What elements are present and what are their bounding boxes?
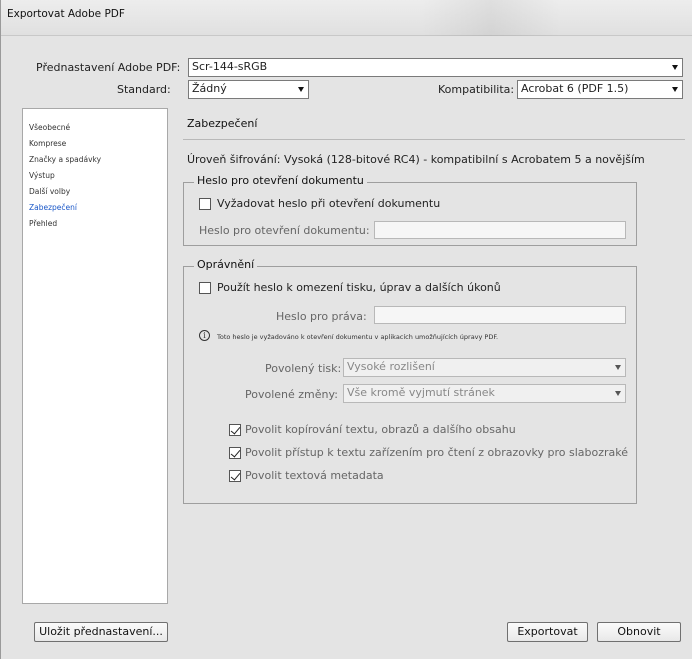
printing-allowed-dropdown[interactable]: Vysoké rozlišení <box>343 358 626 377</box>
allow-screen-reader-label: Povolit přístup k textu zařízením pro čt… <box>245 446 629 459</box>
allow-screen-reader-checkbox[interactable] <box>229 447 241 459</box>
allow-metadata-checkbox[interactable] <box>229 470 241 482</box>
compatibility-label: Kompatibilita: <box>438 83 515 96</box>
chevron-down-icon <box>672 65 678 70</box>
require-open-password-label: Vyžadovat heslo při otevření dokumentu <box>217 197 441 210</box>
permissions-password-input[interactable] <box>374 306 626 324</box>
info-icon: i <box>199 330 210 341</box>
standard-label: Standard: <box>117 83 171 96</box>
preset-label: Přednastavení Adobe PDF: <box>36 61 181 74</box>
sidebar-item-marks-bleeds[interactable]: Značky a spadávky <box>29 155 101 164</box>
panel-title: Zabezpečení <box>187 117 258 130</box>
export-pdf-dialog: Exportovat Adobe PDF Přednastavení Adobe… <box>0 0 692 659</box>
restrict-permissions-checkbox[interactable] <box>199 282 211 294</box>
window-title: Exportovat Adobe PDF <box>7 8 125 20</box>
restrict-permissions-label: Použít heslo k omezení tisku, úprav a da… <box>217 281 501 294</box>
permissions-password-label: Heslo pro práva: <box>276 310 367 323</box>
title-bar[interactable]: Exportovat Adobe PDF <box>1 0 692 36</box>
sidebar-item-output[interactable]: Výstup <box>29 171 55 180</box>
compatibility-dropdown[interactable]: Acrobat 6 (PDF 1.5) <box>517 80 683 99</box>
open-password-group-legend: Heslo pro otevření dokumentu <box>194 174 367 187</box>
standard-value: Žádný <box>192 82 227 95</box>
chevron-down-icon <box>672 87 678 92</box>
standard-dropdown[interactable]: Žádný <box>188 80 309 99</box>
changes-allowed-label: Povolené změny: <box>245 388 338 401</box>
sidebar-item-general[interactable]: Všeobecné <box>29 123 70 132</box>
permissions-info-note: Toto heslo je vyžadováno k otevření doku… <box>217 333 499 341</box>
save-preset-button[interactable]: Uložit přednastavení... <box>34 622 168 642</box>
chevron-down-icon <box>615 391 621 396</box>
compatibility-value: Acrobat 6 (PDF 1.5) <box>521 82 629 95</box>
require-open-password-checkbox[interactable] <box>199 198 211 210</box>
preset-dropdown[interactable]: Scr-144-sRGB <box>188 58 683 77</box>
changes-allowed-dropdown[interactable]: Vše kromě vyjmutí stránek <box>343 384 626 403</box>
allow-copying-label: Povolit kopírování textu, obrazů a další… <box>245 423 516 436</box>
preset-value: Scr-144-sRGB <box>192 60 268 73</box>
open-password-field-label: Heslo pro otevření dokumentu: <box>199 224 370 237</box>
reset-button[interactable]: Obnovit <box>597 622 681 642</box>
category-list: Všeobecné Komprese Značky a spadávky Výs… <box>22 108 168 604</box>
export-button[interactable]: Exportovat <box>507 622 588 642</box>
permissions-group-legend: Oprávnění <box>194 258 258 271</box>
chevron-down-icon <box>615 365 621 370</box>
sidebar-item-security[interactable]: Zabezpečení <box>29 203 77 212</box>
title-bar-highlight <box>421 0 561 36</box>
printing-allowed-label: Povolený tisk: <box>265 362 342 375</box>
changes-allowed-value: Vše kromě vyjmutí stránek <box>347 386 495 399</box>
printing-allowed-value: Vysoké rozlišení <box>347 360 435 373</box>
open-password-input[interactable] <box>374 221 626 239</box>
sidebar-item-advanced[interactable]: Další volby <box>29 187 70 196</box>
sidebar-item-compression[interactable]: Komprese <box>29 139 66 148</box>
panel-divider <box>183 139 685 140</box>
sidebar-item-summary[interactable]: Přehled <box>29 219 57 228</box>
chevron-down-icon <box>298 87 304 92</box>
encryption-level-text: Úroveň šifrování: Vysoká (128-bitové RC4… <box>187 153 645 166</box>
allow-copying-checkbox[interactable] <box>229 424 241 436</box>
allow-metadata-label: Povolit textová metadata <box>245 469 384 482</box>
